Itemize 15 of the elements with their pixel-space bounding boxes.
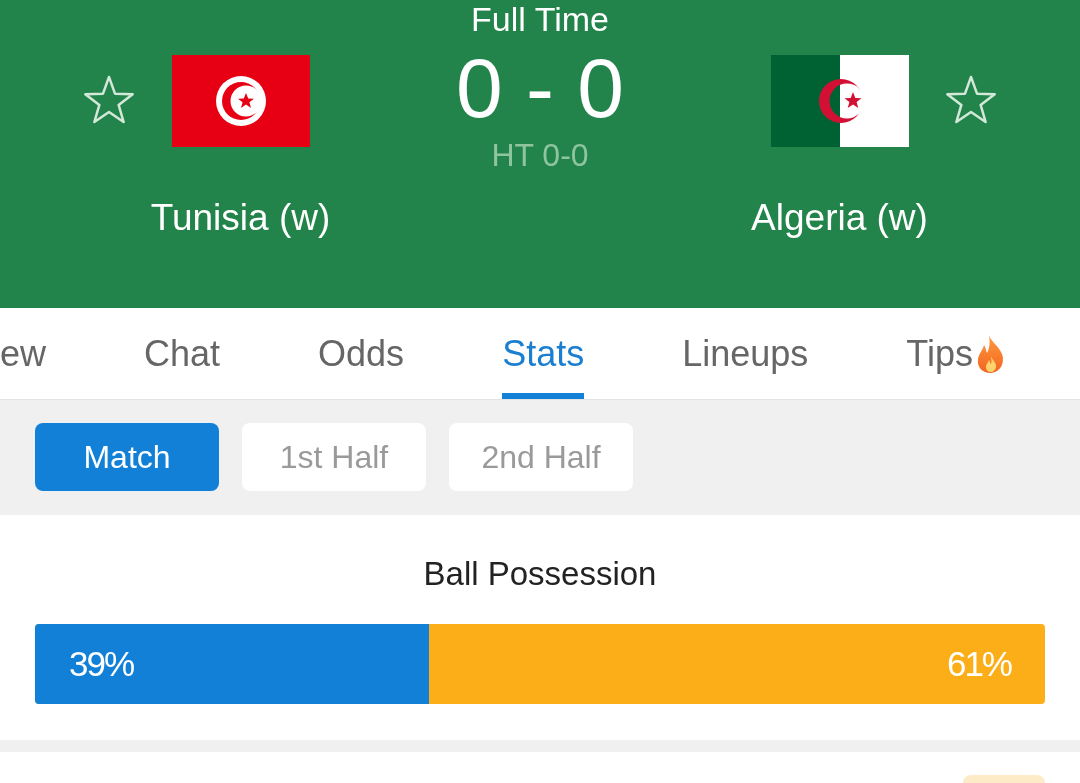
- flag-icon: [171, 55, 310, 147]
- tab[interactable]: Lineups: [682, 308, 809, 399]
- tab[interactable]: Odds: [318, 308, 405, 399]
- tab[interactable]: Tips: [906, 308, 1007, 399]
- team-name: Tunisia (w): [150, 199, 331, 236]
- period-toggle[interactable]: Match: [35, 423, 219, 491]
- score: 0 - 0: [455, 46, 625, 130]
- half-time-score: HT 0-0: [491, 139, 589, 171]
- tab[interactable]: Chat: [144, 308, 221, 399]
- home-value: 39%: [69, 644, 134, 684]
- match-status: Full Time: [471, 2, 609, 36]
- team-name: Algeria (w): [751, 199, 928, 236]
- stat-title: Ball Possession: [423, 554, 657, 594]
- away-value: 61%: [946, 644, 1011, 684]
- tab[interactable]: ew: [0, 308, 47, 399]
